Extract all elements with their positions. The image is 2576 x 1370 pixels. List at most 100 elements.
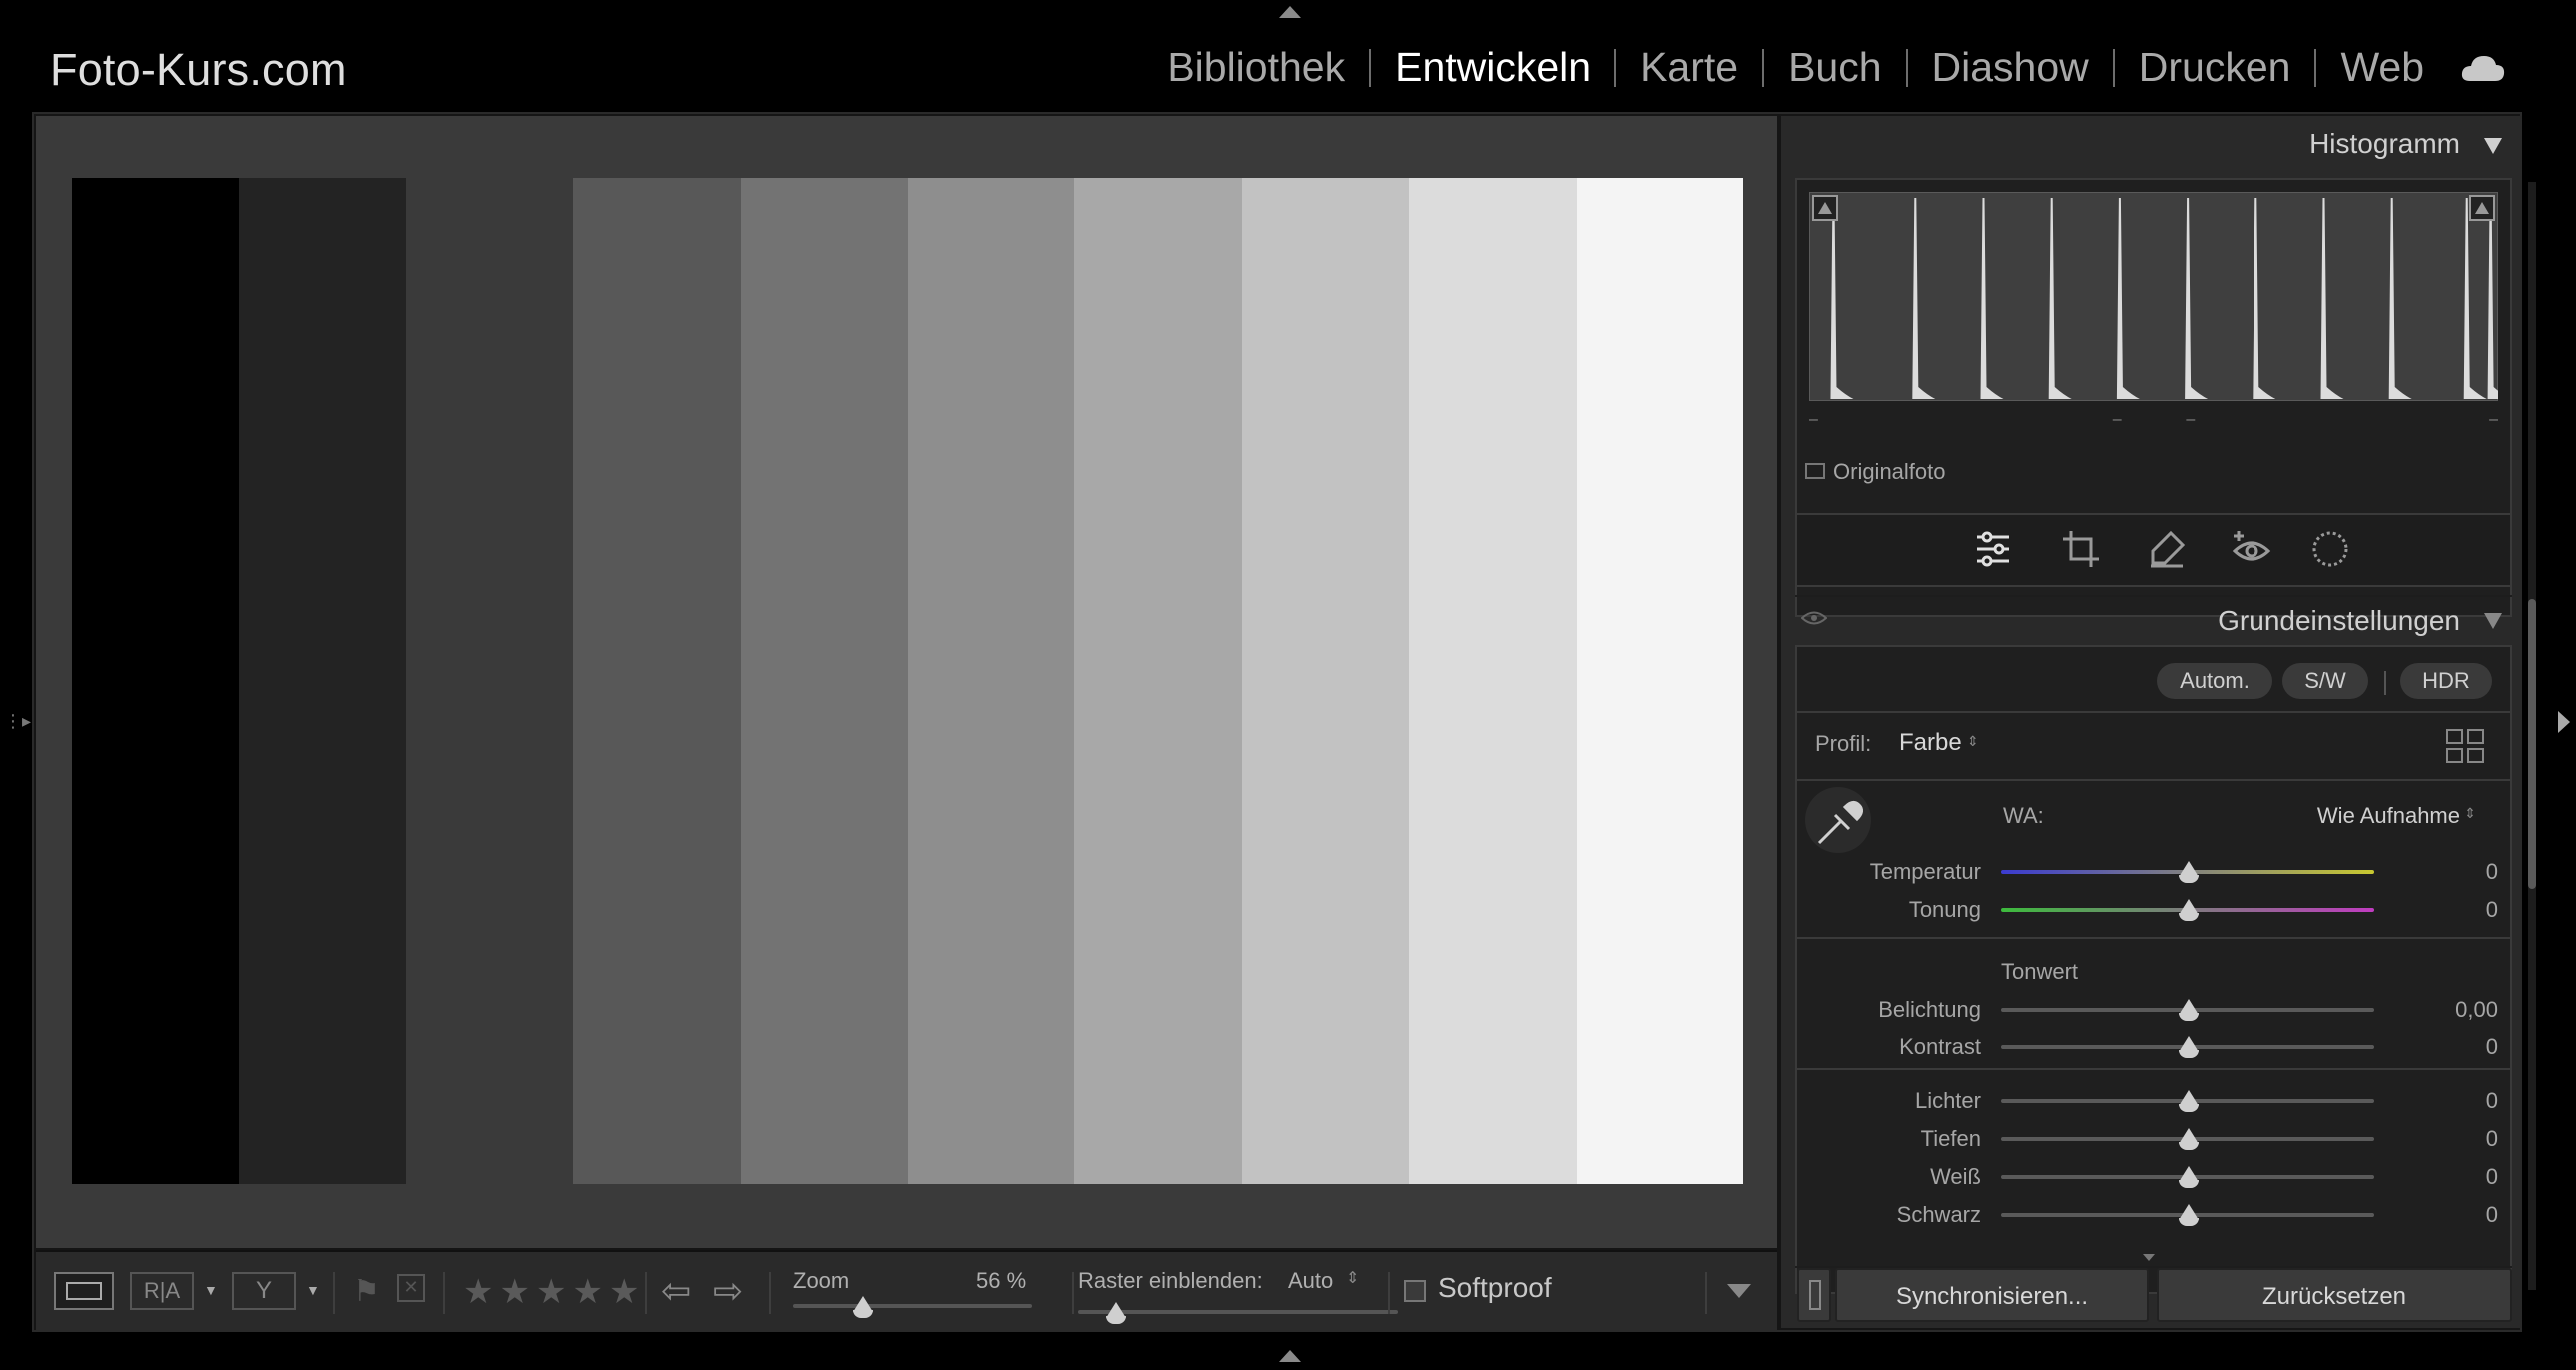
module-separator xyxy=(2112,48,2115,87)
original-photo-checkbox[interactable] xyxy=(1805,463,1825,479)
tint-value[interactable]: 0 xyxy=(2418,897,2498,923)
module-web[interactable]: Web xyxy=(2340,44,2424,91)
panel-divider xyxy=(1795,779,2512,781)
module-separator xyxy=(1614,48,1617,87)
whites-slider-thumb[interactable] xyxy=(2179,1166,2199,1188)
module-picker: Bibliothek Entwickeln Karte Buch Diashow… xyxy=(1167,44,2506,91)
switch-icon xyxy=(1809,1280,1821,1310)
blacks-slider-thumb[interactable] xyxy=(2179,1204,2199,1226)
module-separator xyxy=(1762,48,1765,87)
updown-icon[interactable]: ⇕ xyxy=(1967,733,1979,750)
next-arrow-icon[interactable]: ⇨ xyxy=(713,1270,743,1312)
panel-scrollbar-thumb[interactable] xyxy=(2528,599,2536,889)
adjustments-icon[interactable] xyxy=(1973,529,2013,569)
star-icon[interactable]: ★ xyxy=(463,1272,493,1312)
panel-visibility-eye-icon[interactable] xyxy=(1801,609,1827,627)
histogram-tick-row: – – – – xyxy=(1809,411,2498,429)
tint-slider-thumb[interactable] xyxy=(2179,899,2199,921)
top-panel-toggle[interactable] xyxy=(1279,6,1301,18)
brand-identity-plate: Foto-Kurs.com xyxy=(50,44,347,95)
button-separator xyxy=(2384,671,2386,695)
shadows-value[interactable]: 0 xyxy=(2418,1126,2498,1152)
contrast-value[interactable]: 0 xyxy=(2418,1034,2498,1060)
module-develop[interactable]: Entwickeln xyxy=(1395,44,1591,91)
profile-value[interactable]: Farbe xyxy=(1899,729,1962,757)
updown-icon[interactable]: ⇕ xyxy=(2464,805,2476,822)
toolbar-divider xyxy=(1388,1272,1390,1314)
toolbar-divider xyxy=(443,1272,445,1314)
tick-mark: – xyxy=(2112,411,2122,428)
chevron-down-icon[interactable]: ▼ xyxy=(306,1282,320,1298)
grid-overlay-value[interactable]: Auto xyxy=(1288,1268,1333,1294)
histogram-graph[interactable] xyxy=(1809,192,2498,401)
module-book[interactable]: Buch xyxy=(1788,44,1881,91)
gray-strip xyxy=(1241,178,1410,1184)
exposure-value[interactable]: 0,00 xyxy=(2418,997,2498,1023)
basic-panel-title[interactable]: Grundeinstellungen xyxy=(2218,605,2460,637)
loupe-view-button[interactable] xyxy=(54,1272,114,1310)
before-after-swap-button[interactable]: Y xyxy=(232,1272,296,1310)
temperature-value[interactable]: 0 xyxy=(2418,859,2498,885)
photo-preview[interactable] xyxy=(72,178,1744,1184)
filmstrip-toggle[interactable] xyxy=(1279,1350,1301,1362)
flag-icon[interactable]: ⚑ xyxy=(353,1274,380,1309)
profile-browser-grid-icon[interactable] xyxy=(2446,729,2484,763)
star-icon[interactable]: ★ xyxy=(609,1272,639,1312)
whites-value[interactable]: 0 xyxy=(2418,1164,2498,1190)
collapse-triangle-icon[interactable] xyxy=(2484,138,2502,154)
crop-icon[interactable] xyxy=(2061,529,2101,569)
synchronize-button[interactable]: Synchronisieren... xyxy=(1835,1268,2149,1322)
tick-mark: – xyxy=(1809,411,1818,428)
gray-strip xyxy=(908,178,1075,1184)
star-icon[interactable]: ★ xyxy=(499,1272,529,1312)
cloud-icon[interactable] xyxy=(2460,53,2506,83)
exposure-label: Belichtung xyxy=(1878,997,1981,1022)
temperature-slider-thumb[interactable] xyxy=(2179,861,2199,883)
panel-divider xyxy=(1795,1068,2512,1070)
masking-icon[interactable] xyxy=(2310,529,2350,569)
grid-overlay-label: Raster einblenden: xyxy=(1078,1268,1263,1293)
contrast-slider-thumb[interactable] xyxy=(2179,1036,2199,1058)
red-eye-icon[interactable] xyxy=(2231,527,2272,569)
softproof-checkbox[interactable] xyxy=(1404,1280,1426,1302)
toolbar-divider xyxy=(769,1272,771,1314)
right-panel: Histogramm – – – – Originalfoto Grundein… xyxy=(1781,116,2536,1328)
blacks-value[interactable]: 0 xyxy=(2418,1202,2498,1228)
module-slideshow[interactable]: Diashow xyxy=(1932,44,2089,91)
zoom-slider-thumb[interactable] xyxy=(852,1296,873,1318)
before-after-button[interactable]: R|A xyxy=(130,1272,194,1310)
zoom-slider-track[interactable] xyxy=(793,1296,1032,1318)
hdr-button[interactable]: HDR xyxy=(2400,663,2492,699)
contrast-label: Kontrast xyxy=(1899,1034,1981,1059)
toolbar-menu-triangle-icon[interactable] xyxy=(1727,1284,1751,1298)
wb-value[interactable]: Wie Aufnahme xyxy=(2317,803,2460,829)
collapse-triangle-icon[interactable] xyxy=(2484,613,2502,629)
star-rating[interactable]: ★ ★ ★ ★ ★ xyxy=(463,1272,639,1312)
reset-button[interactable]: Zurücksetzen xyxy=(2157,1268,2512,1322)
star-icon[interactable]: ★ xyxy=(572,1272,602,1312)
shadows-slider-thumb[interactable] xyxy=(2179,1128,2199,1150)
black-white-button[interactable]: S/W xyxy=(2282,663,2368,699)
chevron-down-icon[interactable] xyxy=(2143,1254,2155,1261)
highlights-value[interactable]: 0 xyxy=(2418,1088,2498,1114)
white-balance-picker[interactable] xyxy=(1805,787,1871,853)
highlights-slider-thumb[interactable] xyxy=(2179,1090,2199,1112)
module-library[interactable]: Bibliothek xyxy=(1167,44,1345,91)
left-panel-toggle[interactable]: ⋮▸ xyxy=(4,711,31,732)
auto-button[interactable]: Autom. xyxy=(2157,663,2272,699)
exposure-slider-thumb[interactable] xyxy=(2179,999,2199,1021)
sync-toggle-switch[interactable] xyxy=(1797,1268,1831,1322)
module-map[interactable]: Karte xyxy=(1640,44,1738,91)
zoom-label: Zoom xyxy=(793,1268,850,1293)
grid-size-slider-thumb[interactable] xyxy=(1106,1302,1127,1324)
grid-size-slider-track[interactable] xyxy=(1078,1302,1398,1324)
previous-arrow-icon[interactable]: ⇦ xyxy=(661,1270,691,1312)
chevron-down-icon[interactable]: ▼ xyxy=(204,1282,218,1298)
profile-label: Profil: xyxy=(1815,731,1872,756)
updown-icon[interactable]: ⇕ xyxy=(1346,1268,1359,1288)
reject-flag-icon[interactable]: ✕ xyxy=(397,1274,425,1302)
star-icon[interactable]: ★ xyxy=(536,1272,566,1312)
module-print[interactable]: Drucken xyxy=(2139,44,2291,91)
healing-eraser-icon[interactable] xyxy=(2147,529,2187,569)
right-panel-toggle[interactable] xyxy=(2558,711,2570,733)
